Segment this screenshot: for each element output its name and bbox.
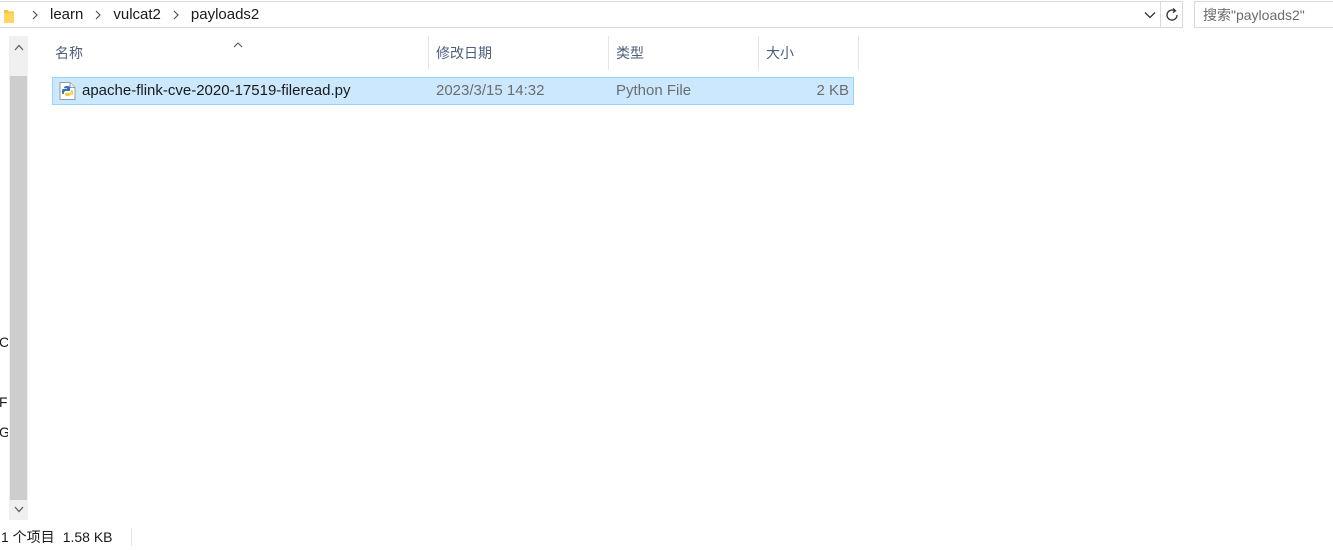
address-bar[interactable]: learn vulcat2 payloads2: [0, 1, 1183, 28]
address-bar-row: learn vulcat2 payloads2: [0, 0, 1333, 30]
chevron-right-icon[interactable]: [87, 2, 109, 28]
chevron-right-icon[interactable]: [165, 2, 187, 28]
file-date-modified: 2023/3/15 14:32: [436, 82, 545, 99]
clipped-nav-letter: G: [0, 424, 8, 440]
search-input[interactable]: [1203, 2, 1333, 27]
column-headers: 名称 修改日期 类型 大小: [47, 36, 859, 70]
file-row[interactable]: apache-flink-cve-2020-17519-fileread.py …: [52, 77, 854, 105]
file-type: Python File: [616, 82, 692, 99]
vertical-scrollbar[interactable]: [9, 36, 28, 520]
file-explorer-window: learn vulcat2 payloads2 C: [0, 0, 1333, 550]
status-divider: [131, 528, 132, 546]
status-selection-size: 1.58 KB: [62, 529, 113, 545]
file-size: 2 KB: [816, 82, 849, 99]
column-header-size[interactable]: 大小: [758, 36, 859, 70]
clipped-nav-letter: F: [0, 394, 8, 410]
clipped-nav-letter: C: [0, 334, 8, 350]
file-name[interactable]: apache-flink-cve-2020-17519-fileread.py: [82, 78, 351, 104]
column-header-name-label: 名称: [55, 45, 83, 61]
breadcrumb-vulcat2[interactable]: vulcat2: [109, 2, 165, 28]
refresh-icon[interactable]: [1160, 1, 1182, 28]
column-header-type[interactable]: 类型: [608, 36, 759, 70]
status-item-count: 1 个项目: [1, 529, 55, 545]
folder-icon: [4, 8, 18, 23]
column-header-size-label: 大小: [766, 45, 794, 61]
breadcrumb-payloads2[interactable]: payloads2: [187, 2, 263, 28]
status-bar: 1 个项目 1.58 KB: [0, 524, 1333, 550]
breadcrumb-learn[interactable]: learn: [46, 2, 87, 28]
chevron-down-icon[interactable]: [1140, 2, 1160, 28]
column-header-date-modified[interactable]: 修改日期: [428, 36, 609, 70]
scroll-up-arrow-icon[interactable]: [9, 36, 28, 58]
scroll-down-arrow-icon[interactable]: [9, 498, 28, 520]
column-header-date-label: 修改日期: [436, 45, 492, 61]
scrollbar-thumb[interactable]: [10, 76, 27, 500]
column-header-type-label: 类型: [616, 45, 644, 61]
search-box[interactable]: [1194, 1, 1333, 28]
chevron-right-icon[interactable]: [24, 2, 46, 28]
python-file-icon: [59, 82, 76, 100]
column-header-name[interactable]: 名称: [47, 36, 429, 70]
